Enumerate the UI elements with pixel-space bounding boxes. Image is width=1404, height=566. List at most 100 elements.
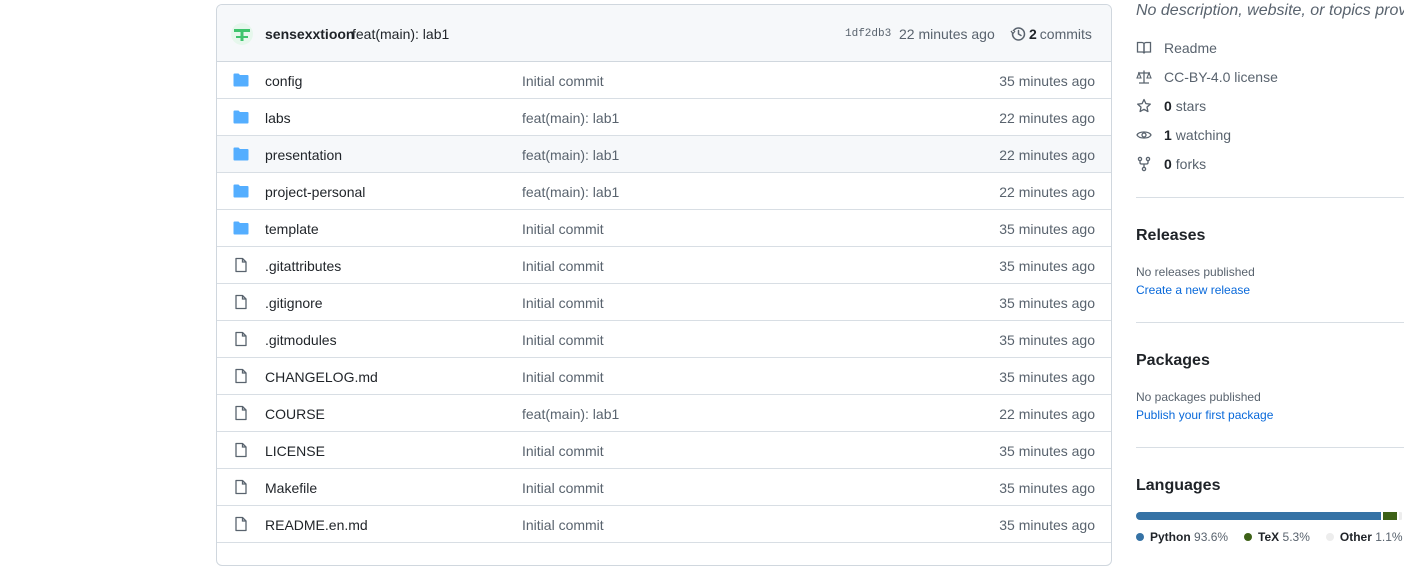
file-icon: [235, 442, 247, 458]
file-name-link[interactable]: .gitattributes: [265, 258, 341, 274]
about-description: No description, website, or topics provi…: [1136, 2, 1404, 19]
file-icon: [235, 368, 247, 384]
file-commit-message-link[interactable]: Initial commit: [522, 369, 604, 385]
commit-author-link[interactable]: sensexxtioon: [265, 26, 354, 42]
file-commit-age: 35 minutes ago: [999, 332, 1095, 348]
divider: [1136, 197, 1404, 198]
language-dot-icon: [1325, 533, 1334, 541]
file-list: sensexxtioon feat(main): lab1 1df2db3 22…: [216, 4, 1112, 566]
file-commit-message-link[interactable]: Initial commit: [522, 517, 604, 533]
language-legend-item[interactable]: Other 1.1%: [1325, 530, 1403, 544]
book-icon: [1136, 41, 1152, 54]
latest-commit-bar: sensexxtioon feat(main): lab1 1df2db3 22…: [217, 5, 1111, 62]
publish-package-link[interactable]: Publish your first package: [1136, 408, 1273, 422]
file-row[interactable]: Makefile Initial commit 35 minutes ago: [217, 469, 1111, 506]
file-commit-message-link[interactable]: Initial commit: [522, 443, 604, 459]
file-commit-message-link[interactable]: Initial commit: [522, 295, 604, 311]
packages-empty-text: No packages published: [1136, 390, 1261, 404]
history-icon: [1010, 27, 1026, 41]
stars-label: stars: [1175, 98, 1207, 114]
file-commit-message-link[interactable]: feat(main): lab1: [522, 184, 619, 200]
watching-label: watching: [1175, 127, 1232, 143]
law-scale-icon: [1136, 70, 1152, 84]
languages-title: Languages: [1136, 477, 1221, 494]
file-row[interactable]: .gitignore Initial commit 35 minutes ago: [217, 284, 1111, 321]
file-name-link[interactable]: config: [265, 73, 302, 89]
watching-count: 1: [1164, 127, 1172, 143]
eye-icon: [1136, 131, 1152, 139]
file-icon: [235, 331, 247, 347]
file-icon: [235, 405, 247, 421]
file-row[interactable]: .gitmodules Initial commit 35 minutes ago: [217, 321, 1111, 358]
fork-icon: [1137, 156, 1151, 172]
file-commit-age: 35 minutes ago: [999, 295, 1095, 311]
language-legend-item[interactable]: TeX 5.3%: [1244, 530, 1310, 544]
file-row[interactable]: template Initial commit 35 minutes ago: [217, 210, 1111, 247]
license-link[interactable]: CC-BY-4.0 license: [1136, 69, 1278, 85]
create-release-link[interactable]: Create a new release: [1136, 283, 1250, 297]
commit-history-link[interactable]: 2 commits: [1010, 26, 1092, 42]
file-commit-age: 22 minutes ago: [999, 184, 1095, 200]
file-row[interactable]: README.en.md Initial commit 35 minutes ago: [217, 506, 1111, 543]
stars-link[interactable]: 0 stars: [1136, 98, 1206, 114]
file-commit-message-link[interactable]: feat(main): lab1: [522, 147, 619, 163]
file-name-link[interactable]: LICENSE: [265, 443, 325, 459]
commit-count-label: commits: [1039, 26, 1092, 42]
commit-sha-link[interactable]: 1df2db3: [845, 28, 891, 40]
file-icon: [235, 479, 247, 495]
star-icon: [1137, 98, 1151, 113]
file-commit-message-link[interactable]: Initial commit: [522, 73, 604, 89]
file-commit-message-link[interactable]: Initial commit: [522, 480, 604, 496]
folder-icon: [233, 221, 249, 235]
file-name-link[interactable]: project-personal: [265, 184, 365, 200]
file-commit-message-link[interactable]: Initial commit: [522, 221, 604, 237]
commit-time: 22 minutes ago: [899, 26, 995, 42]
file-name-link[interactable]: Makefile: [265, 480, 317, 496]
file-commit-age: 22 minutes ago: [999, 110, 1095, 126]
divider: [1136, 322, 1404, 323]
watching-link[interactable]: 1 watching: [1136, 127, 1231, 143]
file-commit-message-link[interactable]: Initial commit: [522, 332, 604, 348]
user-avatar-icon[interactable]: [231, 23, 253, 45]
divider: [1136, 447, 1404, 448]
file-commit-message-link[interactable]: Initial commit: [522, 258, 604, 274]
readme-link[interactable]: Readme: [1136, 40, 1217, 56]
forks-label: forks: [1175, 156, 1207, 172]
language-dot-icon: [1244, 533, 1253, 541]
language-name: TeX: [1258, 530, 1280, 544]
file-name-link[interactable]: labs: [265, 110, 291, 126]
language-dot-icon: [1136, 533, 1144, 541]
file-icon: [235, 294, 247, 310]
file-commit-message-link[interactable]: feat(main): lab1: [522, 110, 619, 126]
forks-link[interactable]: 0 forks: [1136, 156, 1206, 172]
file-name-link[interactable]: presentation: [265, 147, 342, 163]
file-commit-age: 35 minutes ago: [999, 221, 1095, 237]
commit-message-link[interactable]: feat(main): lab1: [352, 26, 449, 42]
file-commit-message-link[interactable]: feat(main): lab1: [522, 406, 619, 422]
language-name: Other: [1339, 530, 1372, 544]
packages-title[interactable]: Packages: [1136, 352, 1210, 370]
file-row[interactable]: config Initial commit 35 minutes ago: [217, 62, 1111, 99]
file-row[interactable]: project-personal feat(main): lab1 22 minut…: [217, 173, 1111, 210]
file-row[interactable]: COURSE feat(main): lab1 22 minutes ago: [217, 395, 1111, 432]
file-name-link[interactable]: template: [265, 221, 319, 237]
file-name-link[interactable]: .gitignore: [265, 295, 323, 311]
file-row[interactable]: CHANGELOG.md Initial commit 35 minutes ago: [217, 358, 1111, 395]
file-name-link[interactable]: CHANGELOG.md: [265, 369, 378, 385]
file-row[interactable]: presentation feat(main): lab1 22 minutes a…: [217, 136, 1111, 173]
language-legend-item[interactable]: Python 93.6%: [1136, 530, 1228, 544]
file-name-link[interactable]: COURSE: [265, 406, 325, 422]
file-name-link[interactable]: .gitmodules: [265, 332, 337, 348]
releases-title[interactable]: Releases: [1136, 227, 1205, 245]
language-name: Python: [1150, 530, 1191, 544]
language-bar-segment: [1136, 512, 1382, 520]
folder-icon: [233, 184, 249, 198]
file-row[interactable]: .gitattributes Initial commit 35 minutes a…: [217, 247, 1111, 284]
stars-count: 0: [1164, 98, 1172, 114]
file-name-link[interactable]: README.en.md: [265, 517, 368, 533]
readme-label: Readme: [1164, 40, 1217, 56]
file-commit-age: 35 minutes ago: [999, 480, 1095, 496]
commit-count: 2: [1029, 26, 1037, 42]
file-row[interactable]: labs feat(main): lab1 22 minutes ago: [217, 99, 1111, 136]
file-row[interactable]: LICENSE Initial commit 35 minutes ago: [217, 432, 1111, 469]
